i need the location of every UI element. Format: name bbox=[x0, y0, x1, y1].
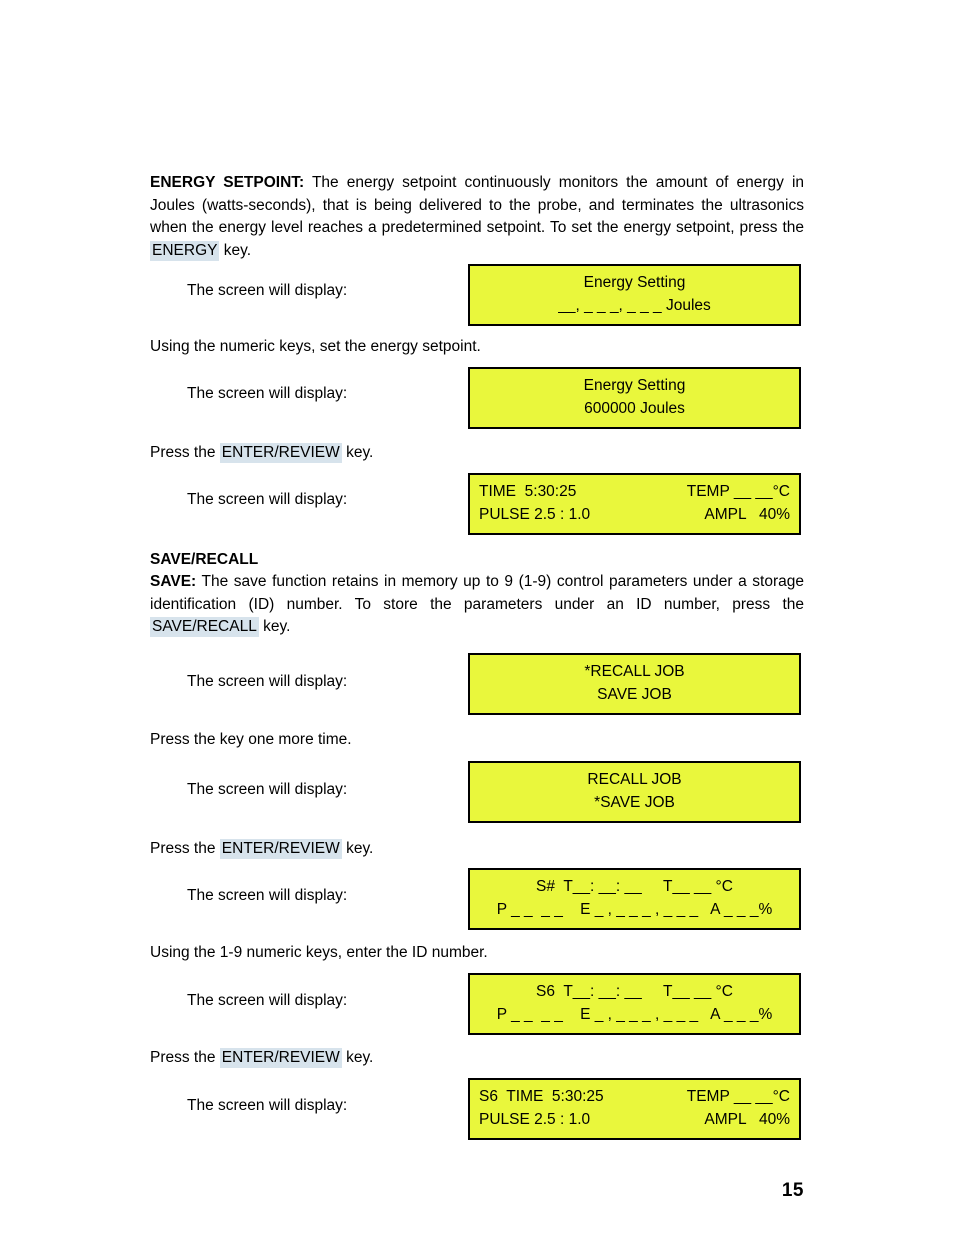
lcd-run-status-s6-row2: PULSE 2.5 : 1.0 AMPL 40% bbox=[479, 1108, 790, 1131]
instruction-press-enter-review-3: Press the ENTER/REVIEW key. bbox=[150, 1047, 804, 1070]
press-the-text-1: Press the bbox=[150, 443, 220, 461]
screen-will-display-label-7: The screen will display: bbox=[187, 991, 348, 1009]
screen-will-display-label-6: The screen will display: bbox=[187, 887, 348, 905]
lcd-energy-blank: Energy Setting __, _ _ _, _ _ _ Joules bbox=[468, 264, 801, 327]
step-energy-set: The screen will display: Energy Setting … bbox=[150, 365, 804, 431]
lcd-run-status-temp: TEMP __ __°C bbox=[686, 482, 790, 500]
instruction-press-enter-review-2: Press the ENTER/REVIEW key. bbox=[150, 838, 804, 861]
screen-will-display-label-8: The screen will display: bbox=[187, 1097, 348, 1115]
instruction-press-enter-review-1: Press the ENTER/REVIEW key. bbox=[150, 442, 804, 465]
energy-key-label[interactable]: ENERGY bbox=[150, 240, 220, 261]
lcd-id-prompt-s6: S6 T__: __: __ T__ __ °C P _ _ _ _ E _ ,… bbox=[468, 972, 801, 1035]
step-energy-blank: The screen will display: Energy Setting … bbox=[150, 262, 804, 327]
step-id-prompt-blank: The screen will display: S# T__: __: __ … bbox=[150, 866, 804, 932]
lcd-id-prompt-blank: S# T__: __: __ T__ __ °C P _ _ _ _ E _ ,… bbox=[468, 868, 801, 931]
lcd-run-status: TIME 5:30:25 TEMP __ __°C PULSE 2.5 : 1.… bbox=[468, 472, 801, 535]
instruction-press-key-again: Press the key one more time. bbox=[150, 730, 352, 748]
key-suffix-2: key. bbox=[341, 839, 374, 857]
document-page: ENERGY SETPOINT: The energy setpoint con… bbox=[0, 0, 954, 1235]
save-label: SAVE: bbox=[150, 573, 197, 591]
energy-setpoint-body-2: key. bbox=[219, 241, 252, 259]
page-number: 15 bbox=[781, 1180, 804, 1201]
lcd-run-status-s6-temp: TEMP __ __°C bbox=[686, 1088, 790, 1106]
lcd-job-menu-save-line2: *SAVE JOB bbox=[594, 793, 675, 811]
lcd-run-status-s6-row1: S6 TIME 5:30:25 TEMP __ __°C bbox=[479, 1085, 790, 1108]
lcd-run-status-s6-time: S6 TIME 5:30:25 bbox=[479, 1088, 604, 1106]
lcd-run-status-ampl: AMPL 40% bbox=[704, 505, 790, 523]
energy-setpoint-paragraph: ENERGY SETPOINT: The energy setpoint con… bbox=[150, 172, 804, 262]
lcd-run-status-time: TIME 5:30:25 bbox=[479, 482, 577, 500]
enter-review-key-label-1[interactable]: ENTER/REVIEW bbox=[219, 442, 342, 463]
lcd-energy-blank-line2: __, _ _ _, _ _ _ Joules bbox=[558, 297, 711, 315]
lcd-id-prompt-blank-line2: P _ _ _ _ E _ , _ _ _ , _ _ _ A _ _ _% bbox=[496, 901, 773, 919]
enter-review-key-label-3[interactable]: ENTER/REVIEW bbox=[219, 1047, 342, 1068]
instruction-set-energy-setpoint: Using the numeric keys, set the energy s… bbox=[150, 338, 481, 356]
lcd-run-status-row1: TIME 5:30:25 TEMP __ __°C bbox=[479, 480, 790, 503]
save-recall-key-label[interactable]: SAVE/RECALL bbox=[150, 617, 259, 638]
press-the-text-2: Press the bbox=[150, 839, 220, 857]
lcd-job-menu-recall-line2: SAVE JOB bbox=[597, 685, 672, 703]
lcd-job-menu-save-line1: RECALL JOB bbox=[587, 770, 682, 788]
screen-will-display-label-1: The screen will display: bbox=[187, 282, 348, 300]
screen-will-display-label-2: The screen will display: bbox=[187, 384, 348, 402]
key-suffix-3: key. bbox=[341, 1048, 374, 1066]
step-job-menu-save: The screen will display: RECALL JOB *SAV… bbox=[150, 758, 804, 828]
lcd-run-status-s6-ampl: AMPL 40% bbox=[704, 1111, 790, 1129]
page-content: ENERGY SETPOINT: The energy setpoint con… bbox=[150, 172, 804, 1142]
step-run-status: The screen will display: TIME 5:30:25 TE… bbox=[150, 471, 804, 537]
step-job-menu-recall: The screen will display: *RECALL JOB SAV… bbox=[150, 650, 804, 720]
step-id-prompt-s6: The screen will display: S6 T__: __: __ … bbox=[150, 971, 804, 1037]
lcd-id-prompt-s6-line1: S6 T__: __: __ T__ __ °C bbox=[536, 982, 733, 1000]
instruction-enter-id-number: Using the 1-9 numeric keys, enter the ID… bbox=[150, 944, 488, 962]
lcd-run-status-s6: S6 TIME 5:30:25 TEMP __ __°C PULSE 2.5 :… bbox=[468, 1078, 801, 1141]
lcd-id-prompt-s6-line2: P _ _ _ _ E _ , _ _ _ , _ _ _ A _ _ _% bbox=[496, 1005, 773, 1023]
screen-will-display-label-4: The screen will display: bbox=[187, 672, 348, 690]
lcd-run-status-row2: PULSE 2.5 : 1.0 AMPL 40% bbox=[479, 503, 790, 526]
lcd-energy-blank-line1: Energy Setting bbox=[583, 274, 686, 292]
key-suffix-1: key. bbox=[341, 443, 374, 461]
lcd-run-status-s6-pulse: PULSE 2.5 : 1.0 bbox=[479, 1111, 591, 1129]
enter-review-key-label-2[interactable]: ENTER/REVIEW bbox=[219, 838, 342, 859]
step-run-status-s6: The screen will display: S6 TIME 5:30:25… bbox=[150, 1076, 804, 1142]
save-body-2: key. bbox=[258, 618, 291, 636]
energy-setpoint-heading: ENERGY SETPOINT: bbox=[150, 174, 305, 191]
lcd-energy-set: Energy Setting 600000 Joules bbox=[468, 366, 801, 429]
screen-will-display-label-5: The screen will display: bbox=[187, 780, 348, 798]
lcd-run-status-pulse: PULSE 2.5 : 1.0 bbox=[479, 505, 591, 523]
screen-will-display-label-3: The screen will display: bbox=[187, 490, 348, 508]
save-recall-heading: SAVE/RECALL bbox=[150, 550, 259, 568]
lcd-job-menu-recall: *RECALL JOB SAVE JOB bbox=[468, 652, 801, 715]
lcd-id-prompt-blank-line1: S# T__: __: __ T__ __ °C bbox=[536, 878, 733, 896]
save-body-1: The save function retains in memory up t… bbox=[150, 573, 804, 613]
lcd-job-menu-recall-line1: *RECALL JOB bbox=[584, 662, 685, 680]
lcd-energy-set-line2: 600000 Joules bbox=[584, 399, 685, 417]
lcd-energy-set-line1: Energy Setting bbox=[583, 376, 686, 394]
save-paragraph: SAVE: The save function retains in memor… bbox=[150, 571, 804, 639]
lcd-job-menu-save: RECALL JOB *SAVE JOB bbox=[468, 760, 801, 823]
press-the-text-3: Press the bbox=[150, 1048, 220, 1066]
